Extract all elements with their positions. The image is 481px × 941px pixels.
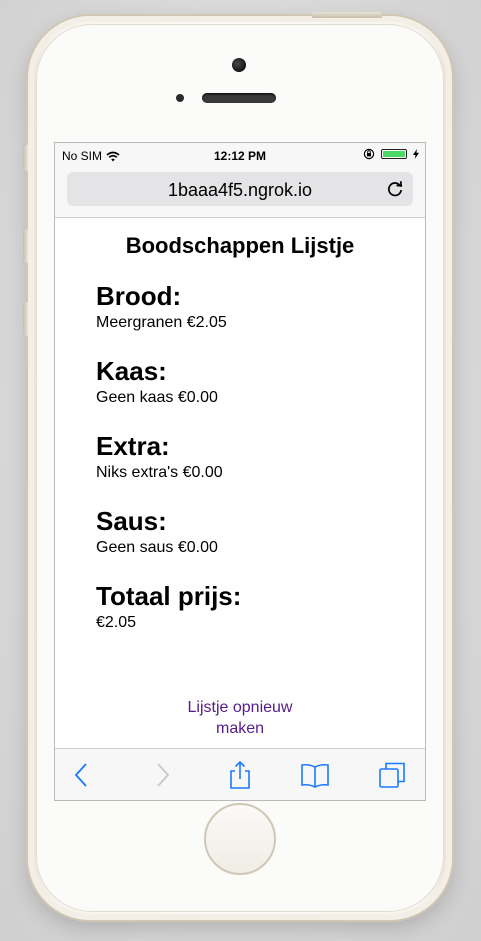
url-text: 1baaa4f5.ngrok.io: [167, 180, 313, 200]
tabs-icon[interactable]: [377, 760, 407, 790]
status-right: [363, 148, 419, 160]
section-heading: Totaal prijs:: [96, 581, 242, 611]
forward-icon[interactable]: [147, 760, 177, 790]
section-heading: Saus:: [96, 506, 167, 536]
reload-icon[interactable]: [385, 179, 405, 199]
volume-down-button: [23, 302, 28, 336]
status-bar: No SIM 12:12 PM: [55, 143, 425, 169]
section-heading: Brood:: [96, 281, 182, 311]
bookmarks-icon[interactable]: [300, 760, 330, 790]
rebuild-list-link[interactable]: Lijstje opnieuw maken: [55, 697, 425, 739]
share-icon[interactable]: [225, 760, 255, 790]
back-icon[interactable]: [67, 760, 97, 790]
section-value: €2.05: [96, 614, 137, 631]
orientation-lock-icon: [363, 148, 375, 160]
section-value: Niks extra's €0.00: [96, 464, 223, 481]
front-camera: [232, 58, 246, 72]
home-button[interactable]: [204, 803, 276, 875]
section-heading: Kaas:: [96, 356, 167, 386]
section-brood: Brood: Meergranen €2.05: [96, 281, 227, 333]
section-value: Geen kaas €0.00: [96, 389, 218, 406]
earpiece-speaker: [202, 93, 276, 103]
phone-screen: No SIM 12:12 PM 1baaa4f5.ngrok.io Boodsc…: [55, 143, 425, 800]
section-value: Meergranen €2.05: [96, 314, 227, 331]
volume-up-button: [23, 229, 28, 263]
page-title: Boodschappen Lijstje: [125, 233, 355, 258]
battery-level: [383, 151, 405, 157]
section-kaas: Kaas: Geen kaas €0.00: [96, 356, 218, 408]
section-totaal: Totaal prijs: €2.05: [96, 581, 241, 633]
charging-icon: [413, 149, 419, 159]
mute-switch: [23, 145, 28, 171]
section-heading: Extra:: [96, 431, 170, 461]
browser-toolbar: [55, 748, 425, 800]
section-saus: Saus: Geen saus €0.00: [96, 506, 218, 558]
web-content: Boodschappen Lijstje Brood: Meergranen €…: [55, 218, 425, 748]
rebuild-link-line1: Lijstje opnieuw: [187, 699, 293, 716]
power-button: [312, 12, 382, 18]
address-bar[interactable]: 1baaa4f5.ngrok.io: [67, 172, 413, 206]
address-bar-area: 1baaa4f5.ngrok.io: [55, 169, 425, 218]
rebuild-link-line2: maken: [215, 720, 265, 737]
section-extra: Extra: Niks extra's €0.00: [96, 431, 223, 483]
battery-icon: [381, 149, 407, 159]
section-value: Geen saus €0.00: [96, 539, 218, 556]
proximity-sensor: [176, 94, 184, 102]
